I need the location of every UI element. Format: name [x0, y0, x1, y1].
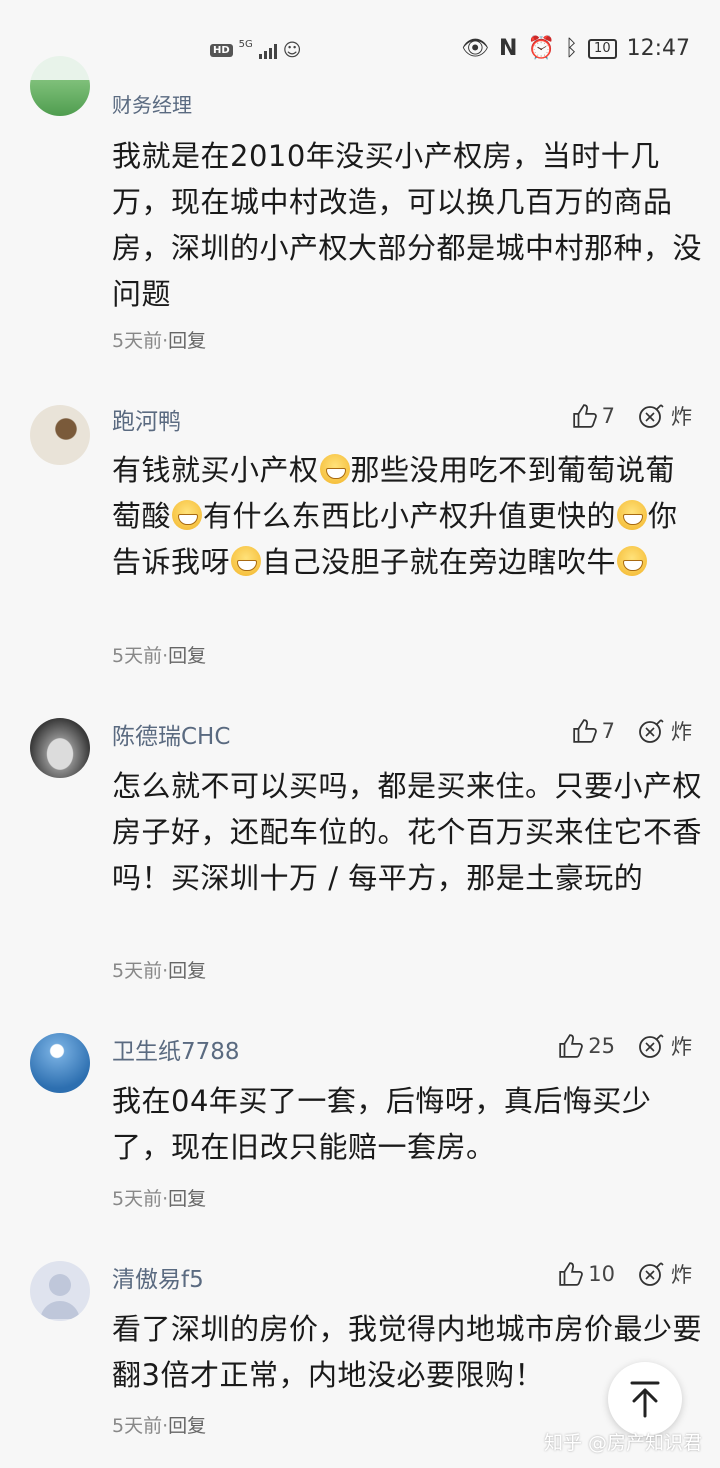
status-left: HD 5G ☺ [210, 39, 302, 61]
comment-time: 5天前 [112, 960, 163, 982]
like-button[interactable]: 10 [558, 1261, 615, 1287]
thumbs-up-icon [572, 404, 597, 428]
grin-emoji-icon [319, 454, 350, 484]
comment-actions: 7 炸 [572, 716, 692, 746]
alarm-icon: ⏰ [527, 36, 555, 61]
app-notification-icon: ☺ [282, 40, 302, 61]
like-button[interactable]: 7 [572, 718, 615, 744]
comment-time: 5天前 [112, 1415, 163, 1437]
comment-text: 我在04年买了一套，后悔呀，真后悔买少了，现在旧改只能赔一套房。 [112, 1084, 652, 1164]
comment-meta: 5天前·回复 [112, 960, 207, 982]
battery-icon: 10 [588, 38, 617, 59]
avatar[interactable] [30, 405, 90, 465]
eye-icon: 👁 [461, 36, 490, 61]
grin-emoji-icon [617, 500, 648, 530]
comment-username[interactable]: 陈德瑞CHC [112, 717, 230, 751]
comment-username[interactable]: 跑河鸭 [112, 402, 181, 436]
thumbs-up-icon [559, 1262, 584, 1286]
thumbs-up-icon [559, 1034, 584, 1058]
comment-meta: 5天前·回复 [112, 1415, 207, 1437]
like-count: 7 [601, 404, 615, 428]
grin-emoji-icon [231, 546, 262, 576]
comment-time: 5天前 [112, 645, 163, 667]
comment-meta: 5天前·回复 [112, 330, 207, 352]
network-label: 5G [238, 39, 253, 50]
nfc-icon: N [499, 36, 518, 61]
comment-actions: 10 炸 [558, 1259, 692, 1289]
status-time: 12:47 [626, 36, 690, 61]
reply-button[interactable]: 回复 [168, 1188, 206, 1210]
back-to-top-button[interactable] [608, 1362, 682, 1436]
signal-icon [258, 43, 277, 59]
avatar[interactable] [30, 718, 90, 778]
like-count: 7 [601, 719, 615, 743]
bomb-button[interactable]: 炸 [637, 1259, 692, 1289]
bomb-button[interactable]: 炸 [637, 1031, 692, 1061]
comment-text: 怎么就不可以买吗，都是买来住。只要小产权房子好，还配车位的。花个百万买来住它不香… [112, 769, 703, 895]
bomb-button[interactable]: 炸 [637, 401, 692, 431]
comment-username[interactable]: 财务经理 [112, 89, 192, 118]
reply-button[interactable]: 回复 [168, 330, 206, 352]
bomb-icon [639, 1262, 664, 1286]
comment-time: 5天前 [112, 330, 163, 352]
reply-button[interactable]: 回复 [168, 645, 206, 667]
bomb-label: 炸 [671, 1035, 692, 1059]
comment-time: 5天前 [112, 1188, 163, 1210]
like-count: 10 [588, 1262, 615, 1286]
like-button[interactable]: 7 [572, 403, 615, 429]
default-avatar-icon [40, 1274, 80, 1319]
bomb-icon [639, 719, 664, 743]
text-segment: 有什么东西比小产权升值更快的 [203, 499, 617, 533]
avatar[interactable] [30, 1033, 90, 1093]
watermark: 知乎 @房产知识君 [543, 1432, 702, 1454]
grin-emoji-icon [617, 546, 648, 576]
bomb-label: 炸 [671, 1263, 692, 1287]
reply-button[interactable]: 回复 [168, 1415, 206, 1437]
text-segment: 有钱就买小产权 [112, 453, 319, 487]
bomb-label: 炸 [671, 405, 692, 429]
status-right: 👁 N ⏰ ᛒ 10 12:47 [461, 36, 690, 61]
bomb-label: 炸 [671, 720, 692, 744]
avatar[interactable] [30, 56, 90, 116]
hd-badge: HD [210, 44, 233, 57]
bomb-icon [639, 404, 664, 428]
bomb-icon [639, 1034, 664, 1058]
like-count: 25 [588, 1034, 615, 1058]
arrow-up-icon [630, 1381, 660, 1418]
comment-username[interactable]: 清傲易f5 [112, 1260, 204, 1294]
comment-meta: 5天前·回复 [112, 645, 207, 667]
text-segment: 自己没胆子就在旁边瞎吹牛 [262, 545, 617, 579]
status-bar: HD 5G ☺ 👁 N ⏰ ᛒ 10 12:47 [0, 0, 720, 88]
bomb-button[interactable]: 炸 [637, 716, 692, 746]
like-button[interactable]: 25 [558, 1033, 615, 1059]
reply-button[interactable]: 回复 [168, 960, 206, 982]
avatar[interactable] [30, 1261, 90, 1321]
thumbs-up-icon [572, 719, 597, 743]
comment-actions: 25 炸 [558, 1031, 692, 1061]
grin-emoji-icon [172, 500, 203, 530]
comment-text: 我就是在2010年没买小产权房，当时十几万，现在城中村改造，可以换几百万的商品房… [112, 139, 703, 311]
comment-actions: 7 炸 [572, 401, 692, 431]
comment-meta: 5天前·回复 [112, 1188, 207, 1210]
comment-username[interactable]: 卫生纸7788 [112, 1032, 240, 1066]
bluetooth-icon: ᛒ [564, 36, 579, 61]
comment-text: 有钱就买小产权 那些没用吃不到葡萄说葡萄酸 有什么东西比小产权升值更快的 你告诉我呀自… [112, 447, 702, 585]
